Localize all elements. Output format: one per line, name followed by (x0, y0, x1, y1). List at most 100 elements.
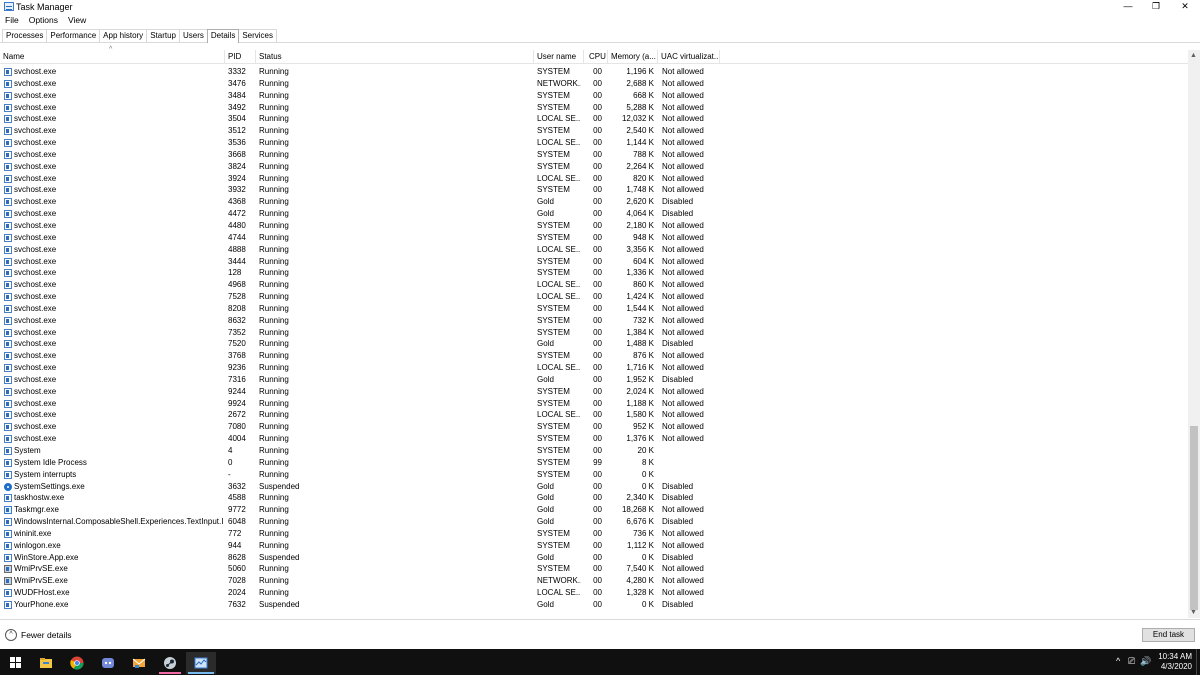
table-row[interactable]: svchost.exe 4744 Running SYSTEM 00 948 K Not a… (0, 232, 1188, 244)
table-row[interactable]: svchost.exe 9236 Running LOCAL SE... 00 1,716… (0, 362, 1188, 374)
column-header-uac-virtualization[interactable]: UAC virtualizat... (658, 50, 720, 64)
process-memory: 5,288 K (626, 102, 654, 112)
table-row[interactable]: svchost.exe 3668 Running SYSTEM 00 788 K Not a… (0, 149, 1188, 161)
process-cpu: 00 (593, 351, 602, 361)
table-row[interactable]: svchost.exe 3768 Running SYSTEM 00 876 K Not a… (0, 350, 1188, 362)
process-name: svchost.exe (4, 315, 224, 327)
table-row[interactable]: svchost.exe 4004 Running SYSTEM 00 1,376 K Not… (0, 433, 1188, 445)
table-row[interactable]: svchost.exe 3332 Running SYSTEM 00 1,196 K Not… (0, 66, 1188, 78)
column-header-status[interactable]: Status (256, 50, 534, 64)
table-row[interactable]: svchost.exe 7528 Running LOCAL SE... 00 1,424… (0, 291, 1188, 303)
table-row[interactable]: svchost.exe 3492 Running SYSTEM 00 5,288 K Not… (0, 102, 1188, 114)
table-row[interactable]: svchost.exe 4968 Running LOCAL SE... 00 860 K… (0, 279, 1188, 291)
table-row[interactable]: svchost.exe 3444 Running SYSTEM 00 604 K Not a… (0, 256, 1188, 268)
vertical-scrollbar[interactable]: ▲ ▼ (1188, 50, 1200, 618)
minimize-button[interactable]: — (1113, 0, 1143, 14)
process-memory: 0 K (641, 599, 654, 609)
table-row[interactable]: taskhostw.exe 4588 Running Gold 00 2,340 K Dis… (0, 492, 1188, 504)
table-row[interactable]: System interrupts - Running SYSTEM 00 0 K (0, 469, 1188, 481)
table-row[interactable]: svchost.exe 4472 Running Gold 00 4,064 K Disab… (0, 208, 1188, 220)
table-row[interactable]: svchost.exe 3476 Running NETWORK... 00 2,688 … (0, 78, 1188, 90)
clock-date[interactable]: 4/3/2020 (1152, 662, 1192, 671)
table-row[interactable]: System 4 Running SYSTEM 00 20 K (0, 445, 1188, 457)
table-row[interactable]: WinStore.App.exe 8628 Suspended Gold 00 0 K Di… (0, 552, 1188, 564)
table-row[interactable]: svchost.exe 9924 Running SYSTEM 00 1,188 K Not… (0, 398, 1188, 410)
discord-icon[interactable] (93, 652, 123, 674)
running-indicator (159, 672, 181, 674)
process-memory: 1,580 K (626, 410, 654, 420)
menu-view[interactable]: View (63, 14, 91, 27)
process-user-name: SYSTEM (537, 446, 570, 455)
tab-details[interactable]: Details (206, 29, 240, 43)
start-icon[interactable] (10, 657, 21, 668)
table-row[interactable]: svchost.exe 2672 Running LOCAL SE... 00 1,580… (0, 409, 1188, 421)
clock-time[interactable]: 10:34 AM (1152, 652, 1192, 661)
table-row[interactable]: Taskmgr.exe 9772 Running Gold 00 18,268 K Not … (0, 504, 1188, 516)
table-row[interactable]: WUDFHost.exe 2024 Running LOCAL SE... 00 1,32… (0, 587, 1188, 599)
tab-users[interactable]: Users (178, 29, 208, 42)
steam-icon[interactable] (155, 652, 185, 674)
column-header-memory[interactable]: Memory (a... (608, 50, 658, 64)
table-row[interactable]: svchost.exe 4888 Running LOCAL SE... 00 3,356… (0, 244, 1188, 256)
process-pid: 4968 (228, 280, 246, 290)
scrollbar-thumb[interactable] (1190, 426, 1198, 610)
table-row[interactable]: WmiPrvSE.exe 5060 Running SYSTEM 00 7,540 K No… (0, 563, 1188, 575)
table-row[interactable]: YourPhone.exe 7632 Suspended Gold 00 0 K Disab… (0, 599, 1188, 611)
table-row[interactable]: svchost.exe 7352 Running SYSTEM 00 1,384 K Not… (0, 327, 1188, 339)
chevron-up-circle-icon[interactable]: ^ (5, 629, 17, 641)
tab-services[interactable]: Services (238, 29, 278, 42)
process-status: Running (259, 505, 289, 515)
table-row[interactable]: svchost.exe 3504 Running LOCAL SE... 00 12,03… (0, 113, 1188, 125)
table-row[interactable]: svchost.exe 4480 Running SYSTEM 00 2,180 K Not… (0, 220, 1188, 232)
mail-app-icon[interactable] (124, 652, 154, 674)
file-explorer-icon[interactable] (31, 652, 61, 674)
column-header-name[interactable]: Name (0, 50, 225, 64)
column-header-user-name[interactable]: User name (534, 50, 584, 64)
close-button[interactable]: ✕ (1170, 0, 1200, 14)
process-uac: Not allowed (662, 398, 704, 408)
table-row[interactable]: SystemSettings.exe 3632 Suspended Gold 00 0 K… (0, 481, 1188, 493)
show-hidden-icons-icon[interactable]: ^ (1116, 656, 1120, 666)
column-header-cpu[interactable]: CPU (584, 50, 608, 64)
column-header-pid[interactable]: PID (225, 50, 256, 64)
table-row[interactable]: svchost.exe 3924 Running LOCAL SE... 00 820 K… (0, 173, 1188, 185)
network-icon[interactable]: ⎚ (1128, 656, 1135, 667)
tab-app-history[interactable]: App history (99, 29, 148, 42)
table-row[interactable]: svchost.exe 3536 Running LOCAL SE... 00 1,144… (0, 137, 1188, 149)
process-status: Running (259, 280, 289, 290)
table-row[interactable]: svchost.exe 7520 Running Gold 00 1,488 K Disab… (0, 338, 1188, 350)
fewer-details-link[interactable]: Fewer details (21, 630, 72, 640)
tab-processes[interactable]: Processes (2, 29, 48, 42)
table-row[interactable]: wininit.exe 772 Running SYSTEM 00 736 K Not al… (0, 528, 1188, 540)
table-row[interactable]: WmiPrvSE.exe 7028 Running NETWORK... 00 4,280… (0, 575, 1188, 587)
menu-options[interactable]: Options (24, 14, 63, 27)
tab-startup[interactable]: Startup (146, 29, 180, 42)
scroll-down-icon[interactable]: ▼ (1190, 609, 1197, 616)
scroll-up-icon[interactable]: ▲ (1190, 52, 1197, 59)
table-row[interactable]: winlogon.exe 944 Running SYSTEM 00 1,112 K Not… (0, 540, 1188, 552)
table-row[interactable]: svchost.exe 128 Running SYSTEM 00 1,336 K Not … (0, 267, 1188, 279)
table-row[interactable]: svchost.exe 8208 Running SYSTEM 00 1,544 K Not… (0, 303, 1188, 315)
maximize-button[interactable]: ❐ (1141, 0, 1171, 14)
table-row[interactable]: WindowsInternal.ComposableShell.Experien… (0, 516, 1188, 528)
table-row[interactable]: System Idle Process 0 Running SYSTEM 99 8 K (0, 457, 1188, 469)
end-task-button[interactable]: End task (1142, 628, 1195, 642)
table-row[interactable]: svchost.exe 4368 Running Gold 00 2,620 K Disab… (0, 196, 1188, 208)
show-desktop-button[interactable] (1196, 649, 1200, 675)
table-row[interactable]: svchost.exe 7316 Running Gold 00 1,952 K Disab… (0, 374, 1188, 386)
task-manager-taskbar-icon[interactable] (186, 652, 216, 674)
table-row[interactable]: svchost.exe 8632 Running SYSTEM 00 732 K Not a… (0, 315, 1188, 327)
volume-icon[interactable]: 🔊 (1140, 656, 1151, 667)
settings-gear-icon (4, 482, 12, 491)
process-uac: Not allowed (662, 149, 704, 159)
table-row[interactable]: svchost.exe 3512 Running SYSTEM 00 2,540 K Not… (0, 125, 1188, 137)
process-cpu: 00 (593, 197, 602, 207)
table-row[interactable]: svchost.exe 7080 Running SYSTEM 00 952 K Not a… (0, 421, 1188, 433)
table-row[interactable]: svchost.exe 3484 Running SYSTEM 00 668 K Not a… (0, 90, 1188, 102)
tab-performance[interactable]: Performance (46, 29, 101, 42)
chrome-icon[interactable] (62, 652, 92, 674)
table-row[interactable]: svchost.exe 3932 Running SYSTEM 00 1,748 K Not… (0, 184, 1188, 196)
menu-file[interactable]: File (0, 14, 24, 27)
table-row[interactable]: svchost.exe 9244 Running SYSTEM 00 2,024 K Not… (0, 386, 1188, 398)
table-row[interactable]: svchost.exe 3824 Running SYSTEM 00 2,264 K Not… (0, 161, 1188, 173)
